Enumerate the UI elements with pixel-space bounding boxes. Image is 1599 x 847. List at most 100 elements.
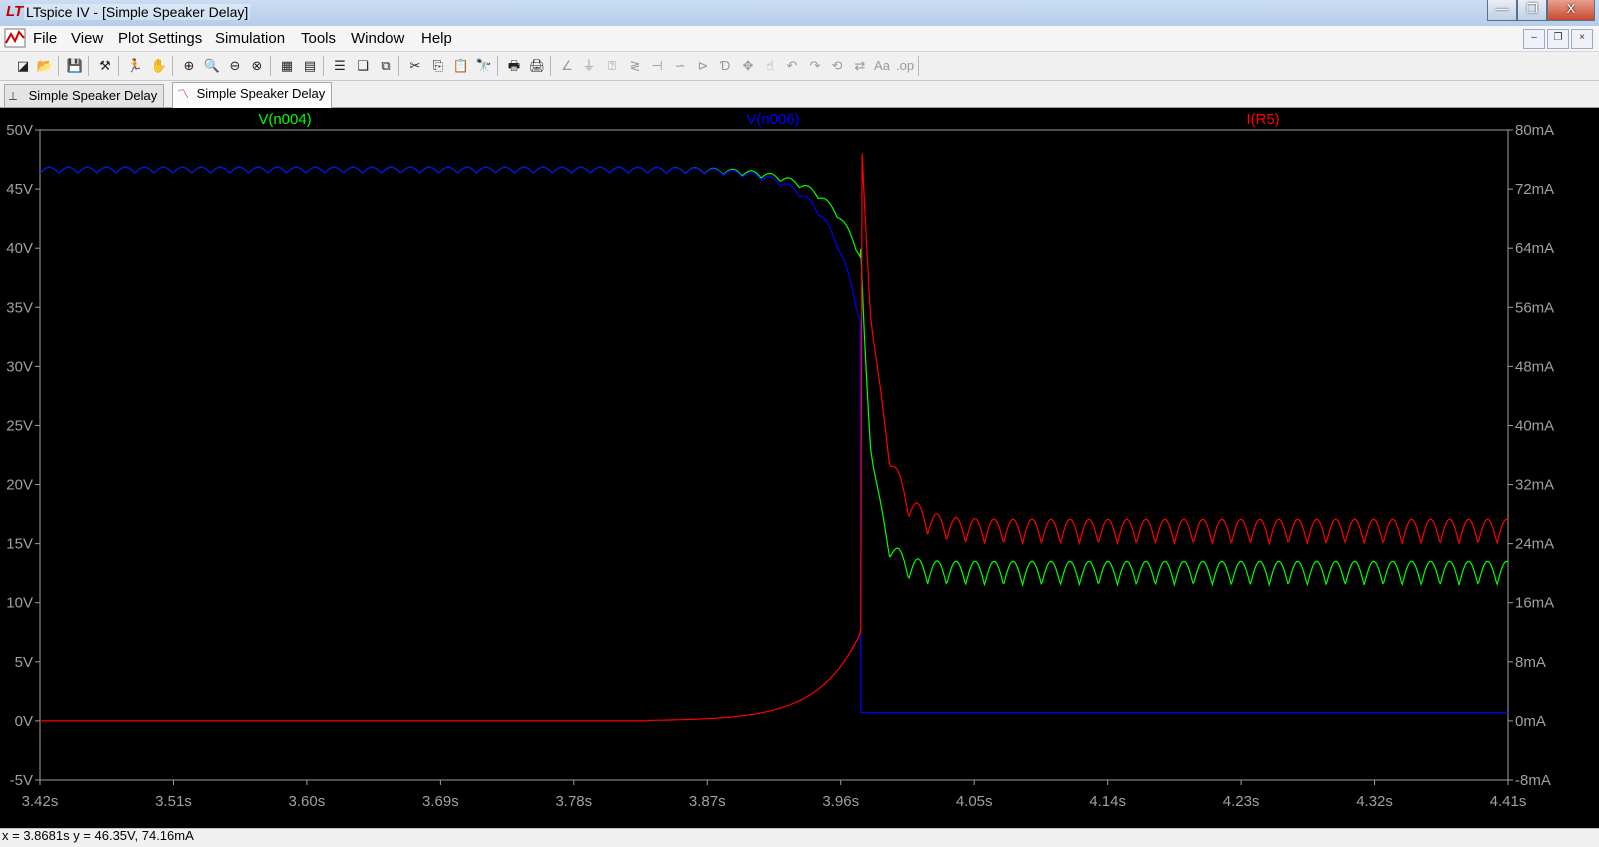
- menu-simulation[interactable]: Simulation: [215, 30, 285, 47]
- tab-waveform[interactable]: 〽 Simple Speaker Delay: [172, 82, 333, 108]
- y-tick-label-left: 35V: [6, 299, 33, 316]
- move-icon[interactable]: ✥: [739, 57, 757, 75]
- close-button[interactable]: X: [1547, 0, 1595, 21]
- tile-horizontal-icon[interactable]: ☰: [331, 57, 349, 75]
- mirror-icon[interactable]: ⇄: [851, 57, 869, 75]
- x-tick-label: 4.14s: [1089, 793, 1126, 810]
- mdi-controls: – ❐ ×: [1523, 29, 1593, 49]
- ground-icon[interactable]: ⏚: [580, 57, 598, 75]
- menu-bar: File View Plot Settings Simulation Tools…: [0, 26, 1599, 52]
- menu-help[interactable]: Help: [421, 30, 452, 47]
- find-icon[interactable]: 🔭: [475, 57, 493, 75]
- save-icon[interactable]: 💾: [66, 57, 84, 75]
- zoom-out-icon[interactable]: ⊖: [226, 57, 244, 75]
- label-net-icon[interactable]: ⍰: [603, 57, 621, 75]
- x-tick-label: 3.51s: [155, 793, 192, 810]
- y-tick-label-right: 80mA: [1515, 122, 1554, 139]
- waveform-icon: 〽: [177, 87, 190, 101]
- status-bar: x = 3.8681s y = 46.35V, 74.16mA: [0, 828, 1599, 847]
- x-tick-label: 3.60s: [289, 793, 326, 810]
- maximize-button[interactable]: ❐: [1517, 0, 1547, 21]
- halt-icon[interactable]: ✋: [150, 57, 168, 75]
- series-label-vn004: V(n004): [258, 111, 311, 128]
- y-tick-label-left: -5V: [10, 772, 33, 789]
- waveform-plot[interactable]: 3.42s 3.51s 3.60s 3.69s 3.78s 3.87s 3.96s 4.05s…: [0, 108, 1599, 828]
- y-tick-label-left: 25V: [6, 417, 33, 434]
- schematic-icon: ⟂: [9, 89, 18, 103]
- new-schematic-icon[interactable]: ◪: [14, 57, 32, 75]
- toolbar-separator: [918, 56, 919, 76]
- component-icon[interactable]: Ɗ: [716, 57, 734, 75]
- zoom-area-icon[interactable]: 🔍: [203, 57, 221, 75]
- title-bar: LT LTspice IV - [Simple Speaker Delay] —…: [0, 0, 1599, 27]
- tab-bar: ⟂ Simple Speaker Delay 〽 Simple Speaker …: [0, 81, 1599, 108]
- y-tick-label-right: 56mA: [1515, 299, 1554, 316]
- resistor-icon[interactable]: ≷: [626, 57, 644, 75]
- mdi-minimize-button[interactable]: –: [1523, 29, 1545, 49]
- draw-wire-icon[interactable]: ∠: [558, 57, 576, 75]
- fit-icon[interactable]: ▤: [301, 57, 319, 75]
- y-tick-label-right: 72mA: [1515, 181, 1554, 198]
- y-tick-label-right: 32mA: [1515, 477, 1554, 494]
- open-icon[interactable]: 📂: [36, 57, 54, 75]
- print-preview-icon[interactable]: 🖨: [528, 57, 546, 75]
- y-tick-label-right: 0mA: [1515, 713, 1546, 730]
- toolbar-separator: [323, 56, 324, 76]
- toolbar-separator: [58, 56, 59, 76]
- window-title: LTspice IV - [Simple Speaker Delay]: [24, 4, 251, 20]
- x-tick-label: 3.87s: [689, 793, 726, 810]
- ltspice-logo-icon: LT: [6, 3, 24, 20]
- drag-icon[interactable]: ☝: [761, 57, 779, 75]
- trace-vn004: [39, 166, 1509, 588]
- y-tick-label-right: 24mA: [1515, 536, 1554, 553]
- series-label-ir5: I(R5): [1246, 111, 1279, 128]
- x-tick-label: 3.69s: [422, 793, 459, 810]
- y-tick-label-left: 15V: [6, 536, 33, 553]
- toolbar-separator: [497, 56, 498, 76]
- tile-vertical-icon[interactable]: ⧉: [377, 57, 395, 75]
- trace-vn006: [39, 166, 1508, 714]
- mdi-close-button[interactable]: ×: [1571, 29, 1593, 49]
- plot-frame: [39, 129, 1509, 781]
- x-tick-label: 4.05s: [956, 793, 993, 810]
- waveform-icon: [4, 28, 26, 48]
- x-tick-label: 3.78s: [555, 793, 592, 810]
- y-tick-label-right: 64mA: [1515, 240, 1554, 257]
- tab-schematic[interactable]: ⟂ Simple Speaker Delay: [4, 84, 165, 107]
- minimize-button[interactable]: —: [1487, 0, 1517, 21]
- capacitor-icon[interactable]: ⊣: [648, 57, 666, 75]
- menu-file[interactable]: File: [33, 30, 57, 47]
- toolbar-separator: [270, 56, 271, 76]
- print-icon[interactable]: 🖶: [505, 57, 523, 75]
- redo-icon[interactable]: ↷: [806, 57, 824, 75]
- cascade-icon[interactable]: ❏: [354, 57, 372, 75]
- y-tick-label-left: 40V: [6, 240, 33, 257]
- zoom-cancel-icon[interactable]: ⊗: [248, 57, 266, 75]
- menu-window[interactable]: Window: [351, 30, 404, 47]
- spice-directive-icon[interactable]: .op: [896, 57, 914, 75]
- cut-icon[interactable]: ✂: [406, 57, 424, 75]
- autorange-icon[interactable]: ▦: [278, 57, 296, 75]
- x-tick-label: 4.32s: [1356, 793, 1393, 810]
- text-icon[interactable]: Aa: [873, 57, 891, 75]
- tab-label: Simple Speaker Delay: [196, 86, 326, 101]
- toolbar-separator: [398, 56, 399, 76]
- rotate-icon[interactable]: ⟲: [828, 57, 846, 75]
- paste-icon[interactable]: 📋: [452, 57, 470, 75]
- y-tick-label-left: 50V: [6, 122, 33, 139]
- copy-icon[interactable]: ⎘: [429, 57, 447, 75]
- toolbar: ◪ 📂 💾 ⚒ 🏃 ✋ ⊕ 🔍 ⊖ ⊗ ▦ ▤ ☰ ❏ ⧉ ✂ ⎘ 📋 🔭 🖶 🖨 ∠ ⏚ ⍰ ≷ ⊣ ∽ ⊳ Ɗ ✥ ☝ ↶ ↷ ⟲ ⇄ Aa .op: [0, 52, 1599, 81]
- diode-icon[interactable]: ⊳: [694, 57, 712, 75]
- inductor-icon[interactable]: ∽: [671, 57, 689, 75]
- toolbar-separator: [172, 56, 173, 76]
- zoom-in-icon[interactable]: ⊕: [180, 57, 198, 75]
- menu-plot-settings[interactable]: Plot Settings: [118, 30, 202, 47]
- waveform-chart[interactable]: 3.42s 3.51s 3.60s 3.69s 3.78s 3.87s 3.96s 4.05s…: [0, 108, 1599, 828]
- menu-tools[interactable]: Tools: [301, 30, 336, 47]
- menu-view[interactable]: View: [71, 30, 103, 47]
- mdi-restore-button[interactable]: ❐: [1547, 29, 1569, 49]
- control-panel-icon[interactable]: ⚒: [96, 57, 114, 75]
- x-tick-label: 4.23s: [1223, 793, 1260, 810]
- run-icon[interactable]: 🏃: [126, 57, 144, 75]
- undo-icon[interactable]: ↶: [783, 57, 801, 75]
